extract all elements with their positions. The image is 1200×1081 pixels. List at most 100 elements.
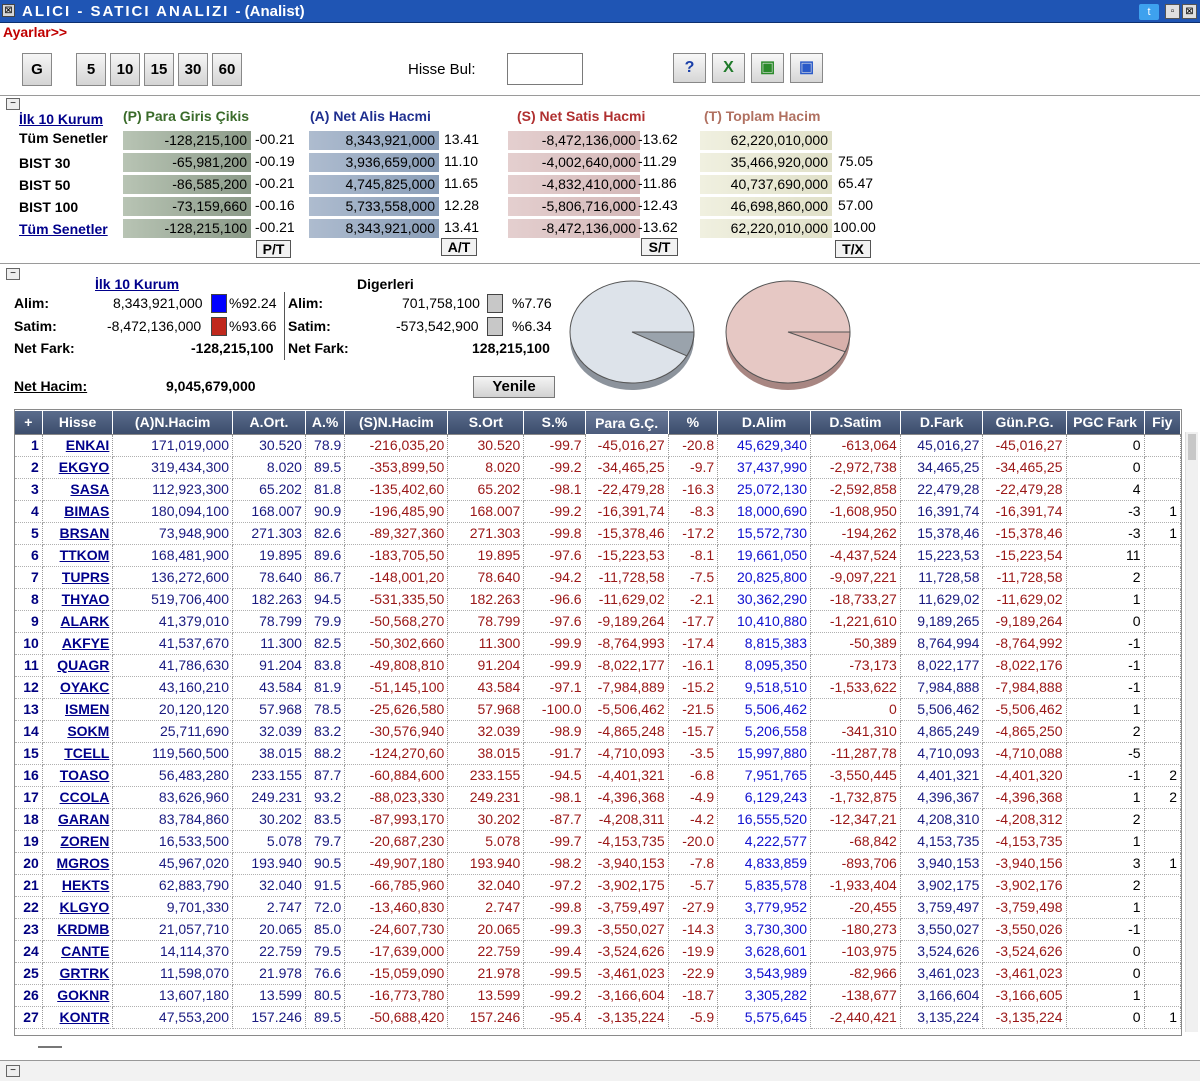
table-row[interactable]: 23 KRDMB 21,057,710 20.065 85.0 -24,607,730 20… bbox=[15, 918, 1181, 941]
stock-symbol-link[interactable]: CANTE bbox=[42, 940, 114, 963]
table-row[interactable]: 17 CCOLA 83,626,960 249.231 93.2 -88,023,330 2… bbox=[15, 786, 1181, 809]
horizontal-scroll-handle[interactable] bbox=[38, 1046, 62, 1048]
table-row[interactable]: 4 BIMAS 180,094,100 168.007 90.9 -196,485,90 1… bbox=[15, 500, 1181, 523]
column-header-fiyat[interactable]: Fiy bbox=[1144, 410, 1181, 435]
stock-symbol-link[interactable]: HEKTS bbox=[42, 874, 114, 897]
stock-symbol-link[interactable]: TOASO bbox=[42, 764, 114, 787]
table-row[interactable]: 16 TOASO 56,483,280 233.155 87.7 -60,884,600 2… bbox=[15, 764, 1181, 787]
period-button-g[interactable]: G bbox=[22, 53, 52, 86]
column-header-s-net-hacim[interactable]: (S)N.Hacim bbox=[344, 410, 449, 435]
stock-symbol-link[interactable]: KONTR bbox=[42, 1006, 114, 1029]
stock-symbol-link[interactable]: QUAGR bbox=[42, 654, 114, 677]
collapse-compare-icon[interactable]: − bbox=[6, 268, 20, 280]
table-row[interactable]: 13 ISMEN 20,120,120 57.968 78.5 -25,626,580 57… bbox=[15, 698, 1181, 721]
column-header-hisse[interactable]: Hisse bbox=[42, 410, 114, 435]
stock-symbol-link[interactable]: SOKM bbox=[42, 720, 114, 743]
table-row[interactable]: 25 GRTRK 11,598,070 21.978 76.6 -15,059,090 21… bbox=[15, 962, 1181, 985]
table-row[interactable]: 20 MGROS 45,967,020 193.940 90.5 -49,907,180 1… bbox=[15, 852, 1181, 875]
table-row[interactable]: 6 TTKOM 168,481,900 19.895 89.6 -183,705,50 19… bbox=[15, 544, 1181, 567]
table-row[interactable]: 18 GARAN 83,784,860 30.202 83.5 -87,993,170 30… bbox=[15, 808, 1181, 831]
stock-symbol-link[interactable]: THYAO bbox=[42, 588, 114, 611]
stock-symbol-link[interactable]: BIMAS bbox=[42, 500, 114, 523]
table-row[interactable]: 11 QUAGR 41,786,630 91.204 83.8 -49,808,810 91… bbox=[15, 654, 1181, 677]
stock-symbol-link[interactable]: OYAKC bbox=[42, 676, 114, 699]
period-button-30[interactable]: 30 bbox=[178, 53, 208, 86]
table-row[interactable]: 1 ENKAI 171,019,000 30.520 78.9 -216,035,20 30… bbox=[15, 434, 1181, 457]
collapse-summary-icon[interactable]: − bbox=[6, 98, 20, 110]
column-header-pgc-fark[interactable]: PGC Fark bbox=[1066, 410, 1145, 435]
ratio-tx-button[interactable]: T/X bbox=[835, 240, 871, 258]
stock-symbol-link[interactable]: TUPRS bbox=[42, 566, 114, 589]
stock-symbol-link[interactable]: TCELL bbox=[42, 742, 114, 765]
scroll-thumb[interactable] bbox=[1188, 434, 1196, 460]
excel-icon[interactable]: X bbox=[712, 53, 745, 83]
minimize-icon[interactable]: ▫ bbox=[1165, 4, 1180, 19]
stock-symbol-link[interactable]: GOKNR bbox=[42, 984, 114, 1007]
column-header-a-net-hacim[interactable]: (A)N.Hacim bbox=[112, 410, 233, 435]
table-row[interactable]: 24 CANTE 14,114,370 22.759 79.5 -17,639,000 22… bbox=[15, 940, 1181, 963]
stock-symbol-link[interactable]: GRTRK bbox=[42, 962, 114, 985]
ratio-at-button[interactable]: A/T bbox=[441, 238, 477, 256]
column-header-d-fark[interactable]: D.Fark bbox=[900, 410, 984, 435]
grid-vertical-scrollbar[interactable] bbox=[1185, 432, 1198, 1032]
green-stack-icon[interactable]: ▣ bbox=[751, 53, 784, 83]
stock-symbol-link[interactable]: AKFYE bbox=[42, 632, 114, 655]
period-button-5[interactable]: 5 bbox=[76, 53, 106, 86]
compare-ilk10-link[interactable]: İlk 10 Kurum bbox=[95, 276, 179, 292]
table-row[interactable]: 19 ZOREN 16,533,500 5.078 79.7 -20,687,230 5.0… bbox=[15, 830, 1181, 853]
stock-symbol-link[interactable]: MGROS bbox=[42, 852, 114, 875]
column-header-d-satim[interactable]: D.Satim bbox=[810, 410, 901, 435]
twitter-icon[interactable]: t bbox=[1139, 4, 1159, 20]
stock-symbol-link[interactable]: EKGYO bbox=[42, 456, 114, 479]
hisse-search-input[interactable] bbox=[507, 53, 583, 85]
table-row[interactable]: 15 TCELL 119,560,500 38.015 88.2 -124,270,60 3… bbox=[15, 742, 1181, 765]
stock-symbol-link[interactable]: ALARK bbox=[42, 610, 114, 633]
table-row[interactable]: 7 TUPRS 136,272,600 78.640 86.7 -148,001,20 78… bbox=[15, 566, 1181, 589]
table-row[interactable]: 3 SASA 112,923,300 65.202 81.8 -135,402,60 65.… bbox=[15, 478, 1181, 501]
column-header-d-alim[interactable]: D.Alim bbox=[717, 410, 812, 435]
table-row[interactable]: 26 GOKNR 13,607,180 13.599 80.5 -16,773,780 13… bbox=[15, 984, 1181, 1007]
table-row[interactable]: 14 SOKM 25,711,690 32.039 83.2 -30,576,940 32.… bbox=[15, 720, 1181, 743]
stock-symbol-link[interactable]: GARAN bbox=[42, 808, 114, 831]
period-button-60[interactable]: 60 bbox=[212, 53, 242, 86]
table-row[interactable]: 12 OYAKC 43,160,210 43.584 81.9 -51,145,100 43… bbox=[15, 676, 1181, 699]
ilk10-kurum-link[interactable]: İlk 10 Kurum bbox=[19, 111, 103, 127]
stock-symbol-link[interactable]: TTKOM bbox=[42, 544, 114, 567]
tum-senetler-link[interactable]: Tüm Senetler bbox=[19, 221, 108, 237]
stock-symbol-link[interactable]: KLGYO bbox=[42, 896, 114, 919]
close-icon[interactable]: ⊠ bbox=[1182, 4, 1197, 19]
period-button-15[interactable]: 15 bbox=[144, 53, 174, 86]
stock-symbol-link[interactable]: KRDMB bbox=[42, 918, 114, 941]
column-header-gun-pg[interactable]: Gün.P.G. bbox=[982, 410, 1067, 435]
column-header-add[interactable]: + bbox=[15, 410, 43, 435]
column-header-s-pct[interactable]: S.% bbox=[523, 410, 586, 435]
period-button-10[interactable]: 10 bbox=[110, 53, 140, 86]
help-icon[interactable]: ? bbox=[673, 53, 706, 83]
stock-symbol-link[interactable]: ENKAI bbox=[42, 434, 114, 457]
table-row[interactable]: 5 BRSAN 73,948,900 271.303 82.6 -89,327,360 27… bbox=[15, 522, 1181, 545]
table-row[interactable]: 27 KONTR 47,553,200 157.246 89.5 -50,688,420 1… bbox=[15, 1006, 1181, 1029]
table-row[interactable]: 10 AKFYE 41,537,670 11.300 82.5 -50,302,660 11… bbox=[15, 632, 1181, 655]
column-header-s-ort[interactable]: S.Ort bbox=[447, 410, 525, 435]
yenile-button[interactable]: Yenile bbox=[473, 376, 555, 398]
stock-symbol-link[interactable]: CCOLA bbox=[42, 786, 114, 809]
blue-stack-icon[interactable]: ▣ bbox=[790, 53, 823, 83]
ratio-pt-button[interactable]: P/T bbox=[256, 240, 291, 258]
table-row[interactable]: 22 KLGYO 9,701,330 2.747 72.0 -13,460,830 2.74… bbox=[15, 896, 1181, 919]
x-icon[interactable]: ⊠ bbox=[2, 4, 15, 17]
stock-symbol-link[interactable]: BRSAN bbox=[42, 522, 114, 545]
column-header-pct[interactable]: % bbox=[668, 410, 719, 435]
stock-symbol-link[interactable]: SASA bbox=[42, 478, 114, 501]
collapse-footer-icon[interactable]: − bbox=[6, 1065, 20, 1077]
column-header-a-ort[interactable]: A.Ort. bbox=[232, 410, 306, 435]
table-row[interactable]: 21 HEKTS 62,883,790 32.040 91.5 -66,785,960 32… bbox=[15, 874, 1181, 897]
ratio-st-button[interactable]: S/T bbox=[641, 238, 678, 256]
column-header-a-pct[interactable]: A.% bbox=[305, 410, 346, 435]
stock-symbol-link[interactable]: ZOREN bbox=[42, 830, 114, 853]
column-header-para-gc[interactable]: Para G.Ç. bbox=[584, 410, 669, 435]
table-row[interactable]: 8 THYAO 519,706,400 182.263 94.5 -531,335,50 1… bbox=[15, 588, 1181, 611]
table-row[interactable]: 2 EKGYO 319,434,300 8.020 89.5 -353,899,50 8.0… bbox=[15, 456, 1181, 479]
stock-symbol-link[interactable]: ISMEN bbox=[42, 698, 114, 721]
settings-link[interactable]: Ayarlar>> bbox=[3, 24, 67, 40]
table-row[interactable]: 9 ALARK 41,379,010 78.799 79.9 -50,568,270 78.… bbox=[15, 610, 1181, 633]
